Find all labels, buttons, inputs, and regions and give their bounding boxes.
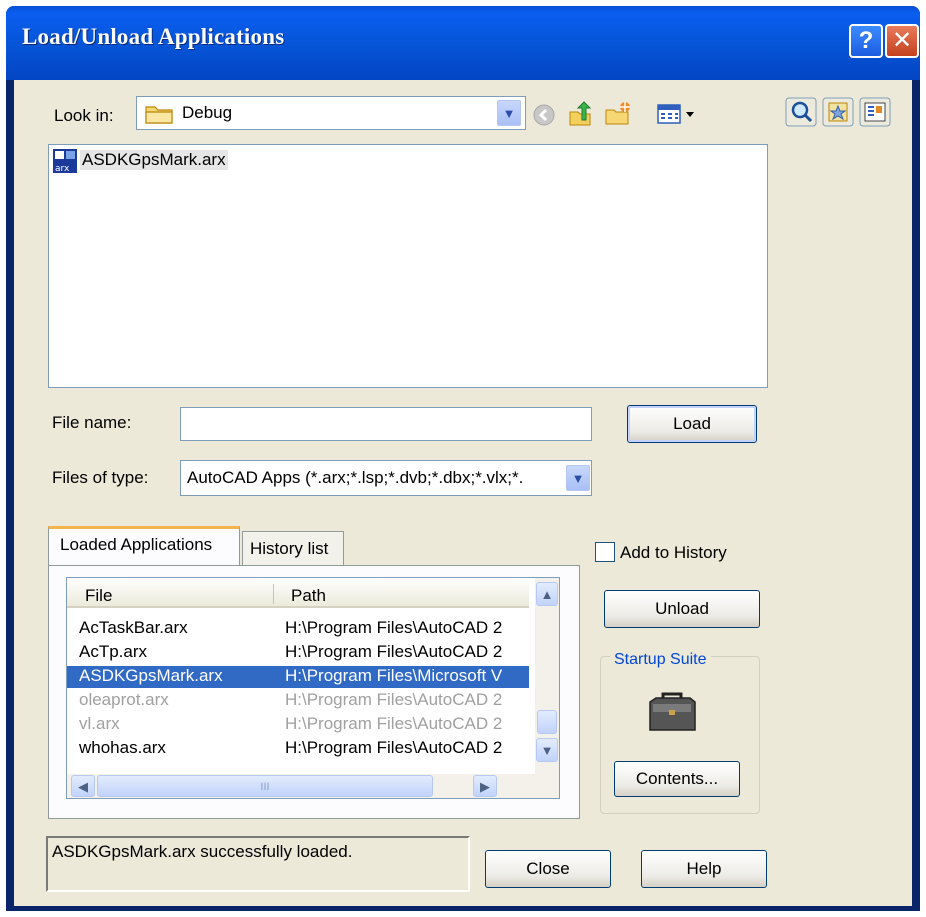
- table-row[interactable]: AcTaskBar.arx H:\Program Files\AutoCAD 2: [67, 618, 529, 640]
- table-row[interactable]: whohas.arx H:\Program Files\AutoCAD 2: [67, 738, 529, 760]
- briefcase-icon[interactable]: [647, 690, 697, 734]
- row-path: H:\Program Files\AutoCAD 2: [285, 738, 503, 757]
- help-button[interactable]: Help: [641, 850, 767, 888]
- up-folder-icon[interactable]: [566, 100, 594, 128]
- unload-button[interactable]: Unload: [604, 590, 760, 628]
- table-row[interactable]: oleaprot.arx H:\Program Files\AutoCAD 2: [67, 690, 529, 712]
- column-divider[interactable]: [273, 584, 274, 604]
- row-file: ASDKGpsMark.arx: [79, 666, 223, 685]
- window-title: Load/Unload Applications: [22, 24, 285, 49]
- table-row-selected[interactable]: ASDKGpsMark.arx H:\Program Files\Microso…: [67, 666, 529, 688]
- row-path: H:\Program Files\AutoCAD 2: [285, 690, 503, 709]
- new-folder-icon[interactable]: [604, 100, 632, 128]
- folder-icon: [145, 106, 173, 124]
- filename-input[interactable]: [180, 407, 592, 441]
- filename-label: File name:: [52, 413, 132, 432]
- views-menu-icon[interactable]: [656, 102, 696, 126]
- filetype-label: Files of type:: [52, 468, 149, 487]
- svg-text:arx: arx: [55, 164, 70, 174]
- horizontal-scroll-thumb[interactable]: III: [97, 775, 433, 797]
- status-text: ASDKGpsMark.arx successfully loaded.: [52, 842, 353, 861]
- row-file: AcTp.arx: [79, 642, 148, 661]
- tab-history-list-label: History list: [250, 539, 329, 558]
- vertical-scroll-thumb[interactable]: [537, 710, 557, 734]
- lookin-value: Debug: [182, 103, 233, 122]
- tab-loaded-applications-label: Loaded Applications: [60, 535, 213, 554]
- load-button[interactable]: Load: [627, 405, 757, 443]
- loaded-apps-table[interactable]: File Path AcTaskBar.arx H:\Program Files…: [66, 577, 560, 799]
- column-header-path[interactable]: Path: [291, 586, 326, 606]
- close-title-button[interactable]: ✕: [885, 24, 919, 58]
- contents-button[interactable]: Contents...: [614, 761, 740, 797]
- row-file: vl.arx: [79, 714, 120, 733]
- row-file: oleaprot.arx: [79, 690, 169, 709]
- startup-suite-label: Startup Suite: [610, 651, 711, 669]
- table-row[interactable]: AcTp.arx H:\Program Files\AutoCAD 2: [67, 642, 529, 664]
- lookin-dropdown-arrow[interactable]: ▼: [497, 100, 521, 126]
- filetype-dropdown-arrow[interactable]: ▼: [566, 465, 590, 491]
- search-icon[interactable]: [785, 97, 817, 127]
- scroll-down-arrow[interactable]: ▼: [536, 738, 558, 762]
- lookin-label: Look in:: [54, 106, 114, 125]
- add-to-history-checkbox[interactable]: [595, 542, 615, 562]
- add-to-history-label: Add to History: [620, 543, 727, 562]
- row-path: H:\Program Files\AutoCAD 2: [285, 714, 503, 733]
- scroll-right-arrow[interactable]: ▶: [473, 775, 497, 797]
- table-row[interactable]: vl.arx H:\Program Files\AutoCAD 2: [67, 714, 529, 736]
- column-header-file[interactable]: File: [85, 586, 112, 606]
- row-path: H:\Program Files\AutoCAD 2: [285, 618, 503, 637]
- row-file: whohas.arx: [79, 738, 166, 757]
- row-path: H:\Program Files\Microsoft V: [285, 666, 503, 685]
- scroll-up-arrow[interactable]: ▲: [536, 582, 558, 606]
- arx-file-icon: arx: [53, 149, 77, 174]
- filetype-value: AutoCAD Apps (*.arx;*.lsp;*.dvb;*.dbx;*.…: [187, 468, 524, 487]
- file-item[interactable]: ASDKGpsMark.arx: [80, 150, 228, 170]
- scroll-left-arrow[interactable]: ◀: [71, 775, 95, 797]
- file-list[interactable]: [48, 144, 768, 388]
- back-icon[interactable]: [532, 103, 556, 127]
- tree-view-icon[interactable]: [822, 97, 854, 127]
- close-button[interactable]: Close: [485, 850, 611, 888]
- row-path: H:\Program Files\AutoCAD 2: [285, 642, 503, 661]
- row-file: AcTaskBar.arx: [79, 618, 188, 637]
- help-title-button[interactable]: ?: [849, 24, 883, 58]
- details-view-icon[interactable]: [859, 97, 891, 127]
